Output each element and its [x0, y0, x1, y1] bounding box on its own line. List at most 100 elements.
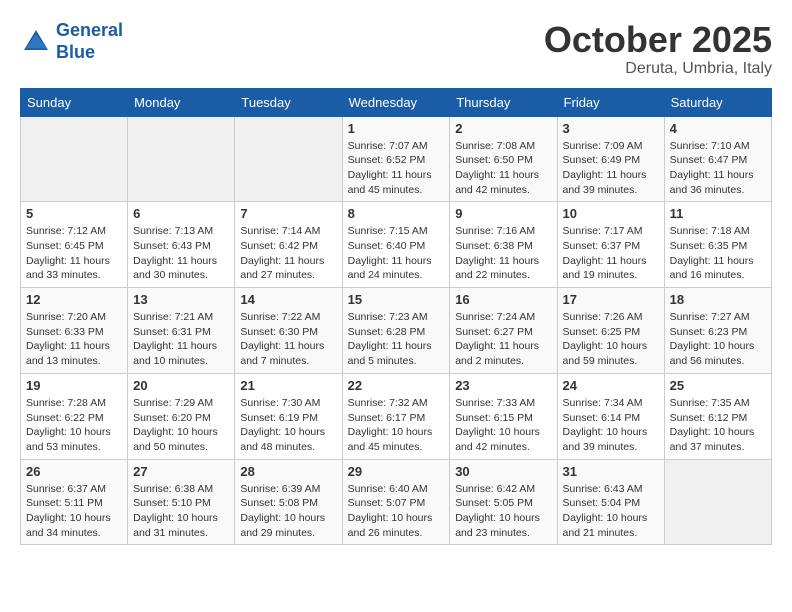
day-number: 27	[133, 464, 229, 479]
day-number: 21	[240, 378, 336, 393]
day-info: Sunrise: 7:28 AM Sunset: 6:22 PM Dayligh…	[26, 396, 122, 455]
calendar-cell: 16Sunrise: 7:24 AM Sunset: 6:27 PM Dayli…	[450, 288, 557, 374]
day-info: Sunrise: 6:39 AM Sunset: 5:08 PM Dayligh…	[240, 482, 336, 541]
day-number: 12	[26, 292, 122, 307]
day-number: 7	[240, 206, 336, 221]
day-number: 18	[670, 292, 766, 307]
calendar-cell: 8 Sunrise: 7:15 AM Sunset: 6:40 PM Daylig…	[342, 202, 450, 288]
day-info: Sunrise: 7:21 AM Sunset: 6:31 PM Dayligh…	[133, 310, 229, 369]
day-number: 13	[133, 292, 229, 307]
calendar-cell	[235, 116, 342, 202]
calendar-cell: 10Sunrise: 7:17 AM Sunset: 6:37 PM Dayli…	[557, 202, 664, 288]
weekday-wednesday: Wednesday	[342, 88, 450, 116]
page-header: General Blue October 2025 Deruta, Umbria…	[20, 20, 772, 78]
day-number: 19	[26, 378, 122, 393]
calendar-cell: 13 Sunrise: 7:21 AM Sunset: 6:31 PM Dayli…	[128, 288, 235, 374]
day-info: Sunrise: 7:08 AM Sunset: 6:50 PM Dayligh…	[455, 139, 551, 198]
weekday-header-row: SundayMondayTuesdayWednesdayThursdayFrid…	[21, 88, 772, 116]
day-number: 23	[455, 378, 551, 393]
weekday-sunday: Sunday	[21, 88, 128, 116]
day-info: Sunrise: 7:16 AM Sunset: 6:38 PM Dayligh…	[455, 224, 551, 283]
calendar-cell: 7 Sunrise: 7:14 AM Sunset: 6:42 PM Daylig…	[235, 202, 342, 288]
calendar-cell: 11Sunrise: 7:18 AM Sunset: 6:35 PM Dayli…	[664, 202, 771, 288]
calendar-week-3: 12 Sunrise: 7:20 AM Sunset: 6:33 PM Dayli…	[21, 288, 772, 374]
day-number: 2	[455, 121, 551, 136]
weekday-friday: Friday	[557, 88, 664, 116]
day-info: Sunrise: 7:14 AM Sunset: 6:42 PM Dayligh…	[240, 224, 336, 283]
day-info: Sunrise: 7:22 AM Sunset: 6:30 PM Dayligh…	[240, 310, 336, 369]
day-number: 3	[563, 121, 659, 136]
calendar-cell: 21 Sunrise: 7:30 AM Sunset: 6:19 PM Dayli…	[235, 373, 342, 459]
calendar-cell: 14 Sunrise: 7:22 AM Sunset: 6:30 PM Dayli…	[235, 288, 342, 374]
calendar-body: 1 Sunrise: 7:07 AM Sunset: 6:52 PM Daylig…	[21, 116, 772, 545]
day-info: Sunrise: 7:13 AM Sunset: 6:43 PM Dayligh…	[133, 224, 229, 283]
day-info: Sunrise: 7:12 AM Sunset: 6:45 PM Dayligh…	[26, 224, 122, 283]
calendar-cell: 3 Sunrise: 7:09 AM Sunset: 6:49 PM Daylig…	[557, 116, 664, 202]
day-info: Sunrise: 7:20 AM Sunset: 6:33 PM Dayligh…	[26, 310, 122, 369]
day-info: Sunrise: 7:35 AM Sunset: 6:12 PM Dayligh…	[670, 396, 766, 455]
calendar-table: SundayMondayTuesdayWednesdayThursdayFrid…	[20, 88, 772, 546]
calendar-cell: 27Sunrise: 6:38 AM Sunset: 5:10 PM Dayli…	[128, 459, 235, 545]
day-number: 24	[563, 378, 659, 393]
day-number: 22	[348, 378, 445, 393]
calendar-cell: 12 Sunrise: 7:20 AM Sunset: 6:33 PM Dayli…	[21, 288, 128, 374]
day-number: 29	[348, 464, 445, 479]
calendar-cell: 1 Sunrise: 7:07 AM Sunset: 6:52 PM Daylig…	[342, 116, 450, 202]
calendar-cell: 22 Sunrise: 7:32 AM Sunset: 6:17 PM Dayli…	[342, 373, 450, 459]
day-info: Sunrise: 7:10 AM Sunset: 6:47 PM Dayligh…	[670, 139, 766, 198]
calendar-cell: 18Sunrise: 7:27 AM Sunset: 6:23 PM Dayli…	[664, 288, 771, 374]
calendar-cell: 20 Sunrise: 7:29 AM Sunset: 6:20 PM Dayli…	[128, 373, 235, 459]
day-number: 8	[348, 206, 445, 221]
day-number: 30	[455, 464, 551, 479]
day-number: 14	[240, 292, 336, 307]
calendar-cell: 25Sunrise: 7:35 AM Sunset: 6:12 PM Dayli…	[664, 373, 771, 459]
day-number: 10	[563, 206, 659, 221]
calendar-cell: 15Sunrise: 7:23 AM Sunset: 6:28 PM Dayli…	[342, 288, 450, 374]
calendar-header: SundayMondayTuesdayWednesdayThursdayFrid…	[21, 88, 772, 116]
day-number: 20	[133, 378, 229, 393]
day-info: Sunrise: 7:09 AM Sunset: 6:49 PM Dayligh…	[563, 139, 659, 198]
logo-text: General Blue	[56, 20, 123, 63]
calendar-cell: 26Sunrise: 6:37 AM Sunset: 5:11 PM Dayli…	[21, 459, 128, 545]
weekday-thursday: Thursday	[450, 88, 557, 116]
calendar-cell: 23 Sunrise: 7:33 AM Sunset: 6:15 PM Dayli…	[450, 373, 557, 459]
calendar-cell: 9 Sunrise: 7:16 AM Sunset: 6:38 PM Daylig…	[450, 202, 557, 288]
day-info: Sunrise: 6:40 AM Sunset: 5:07 PM Dayligh…	[348, 482, 445, 541]
calendar-week-1: 1 Sunrise: 7:07 AM Sunset: 6:52 PM Daylig…	[21, 116, 772, 202]
day-info: Sunrise: 7:18 AM Sunset: 6:35 PM Dayligh…	[670, 224, 766, 283]
day-number: 5	[26, 206, 122, 221]
calendar-cell	[21, 116, 128, 202]
day-number: 31	[563, 464, 659, 479]
logo-icon	[20, 26, 52, 58]
day-info: Sunrise: 7:30 AM Sunset: 6:19 PM Dayligh…	[240, 396, 336, 455]
day-info: Sunrise: 7:29 AM Sunset: 6:20 PM Dayligh…	[133, 396, 229, 455]
calendar-cell: 17Sunrise: 7:26 AM Sunset: 6:25 PM Dayli…	[557, 288, 664, 374]
day-number: 9	[455, 206, 551, 221]
day-info: Sunrise: 7:15 AM Sunset: 6:40 PM Dayligh…	[348, 224, 445, 283]
logo-line2: Blue	[56, 42, 95, 62]
day-number: 6	[133, 206, 229, 221]
calendar-cell: 4 Sunrise: 7:10 AM Sunset: 6:47 PM Daylig…	[664, 116, 771, 202]
day-number: 26	[26, 464, 122, 479]
day-number: 28	[240, 464, 336, 479]
calendar-cell	[128, 116, 235, 202]
title-block: October 2025 Deruta, Umbria, Italy	[544, 20, 772, 78]
calendar-cell: 5 Sunrise: 7:12 AM Sunset: 6:45 PM Daylig…	[21, 202, 128, 288]
calendar-cell: 29 Sunrise: 6:40 AM Sunset: 5:07 PM Dayli…	[342, 459, 450, 545]
day-info: Sunrise: 6:42 AM Sunset: 5:05 PM Dayligh…	[455, 482, 551, 541]
logo: General Blue	[20, 20, 123, 63]
day-number: 1	[348, 121, 445, 136]
day-info: Sunrise: 7:34 AM Sunset: 6:14 PM Dayligh…	[563, 396, 659, 455]
day-number: 4	[670, 121, 766, 136]
day-info: Sunrise: 7:32 AM Sunset: 6:17 PM Dayligh…	[348, 396, 445, 455]
location-subtitle: Deruta, Umbria, Italy	[544, 60, 772, 78]
calendar-week-2: 5 Sunrise: 7:12 AM Sunset: 6:45 PM Daylig…	[21, 202, 772, 288]
day-info: Sunrise: 7:24 AM Sunset: 6:27 PM Dayligh…	[455, 310, 551, 369]
day-info: Sunrise: 7:33 AM Sunset: 6:15 PM Dayligh…	[455, 396, 551, 455]
weekday-tuesday: Tuesday	[235, 88, 342, 116]
day-info: Sunrise: 7:07 AM Sunset: 6:52 PM Dayligh…	[348, 139, 445, 198]
day-info: Sunrise: 6:43 AM Sunset: 5:04 PM Dayligh…	[563, 482, 659, 541]
weekday-saturday: Saturday	[664, 88, 771, 116]
day-number: 15	[348, 292, 445, 307]
calendar-cell: 30 Sunrise: 6:42 AM Sunset: 5:05 PM Dayli…	[450, 459, 557, 545]
